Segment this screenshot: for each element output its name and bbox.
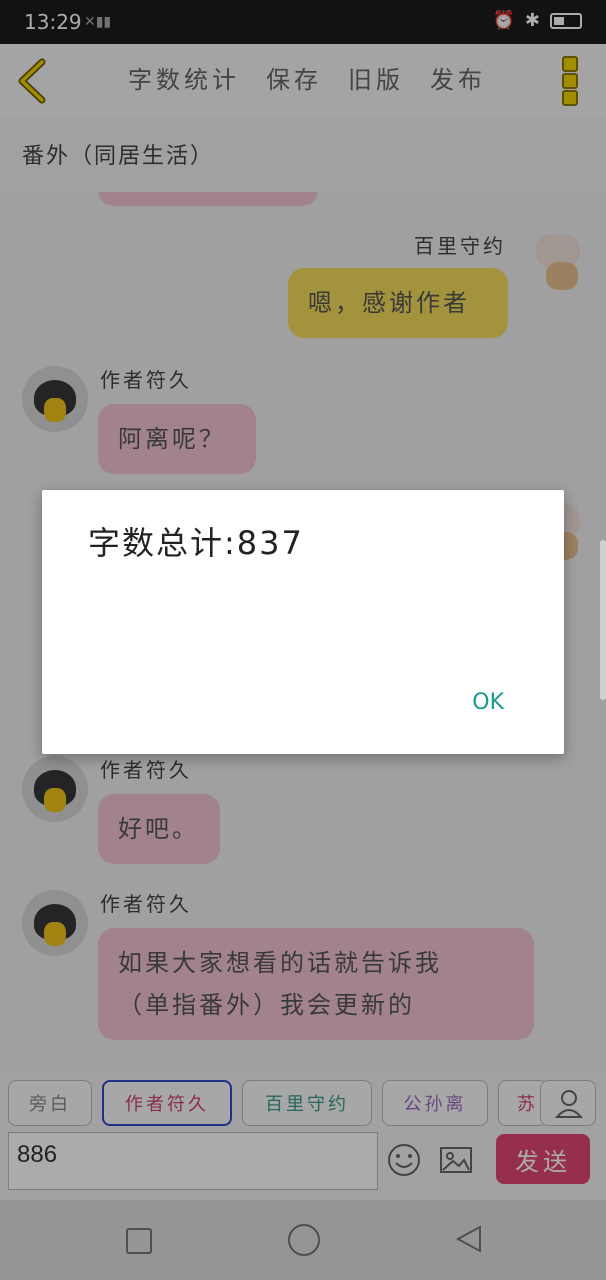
scroll-indicator bbox=[600, 540, 606, 700]
word-count-dialog: 字数总计:837 OK bbox=[42, 490, 564, 754]
ok-button[interactable]: OK bbox=[472, 690, 504, 715]
dialog-message: 字数总计:837 bbox=[88, 524, 304, 562]
